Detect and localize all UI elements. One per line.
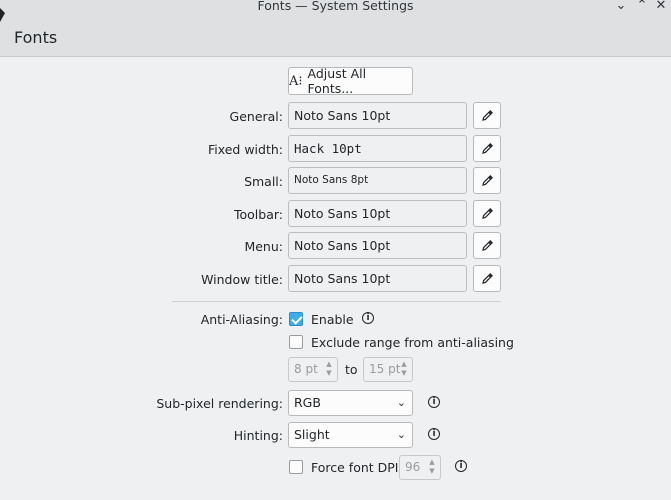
info-icon[interactable]: i — [362, 312, 374, 324]
anti-aliasing-enable-checkbox[interactable] — [289, 312, 303, 326]
adjust-all-fonts-button[interactable]: A⁝ Adjust All Fonts... — [288, 66, 413, 96]
section-divider — [172, 301, 501, 302]
page-title: Fonts — [14, 28, 58, 47]
pencil-icon — [482, 207, 493, 219]
small-font-label: Small: — [244, 174, 283, 189]
general-font-field: Noto Sans 10pt — [288, 102, 467, 129]
force-font-dpi-checkbox[interactable] — [289, 460, 303, 474]
pencil-icon — [482, 142, 493, 154]
hinting-value: Slight — [294, 427, 330, 442]
menu-font-label: Menu: — [244, 239, 283, 254]
hinting-select[interactable]: Slight ⌄ — [288, 422, 413, 448]
anti-aliasing-enable-label: Enable — [311, 312, 354, 327]
chevron-down-icon: ⌄ — [396, 428, 406, 441]
info-icon[interactable]: i — [428, 428, 440, 440]
force-font-dpi-spinbox[interactable]: 96 ▲ ▼ — [399, 455, 441, 480]
range-from-value: 8 pt — [294, 362, 318, 376]
pencil-icon — [482, 272, 493, 284]
hinting-label: Hinting: — [233, 428, 283, 443]
small-font-field: Noto Sans 8pt — [288, 167, 467, 194]
range-to-label: to — [345, 362, 358, 377]
edit-fixed-width-font-button[interactable] — [473, 135, 501, 162]
spin-arrows-icon[interactable]: ▲ ▼ — [323, 360, 335, 378]
font-adjust-icon: A⁝ — [289, 73, 303, 89]
info-icon[interactable]: i — [455, 460, 467, 472]
toolbar-font-field: Noto Sans 10pt — [288, 200, 467, 227]
edit-window-title-font-button[interactable] — [473, 265, 501, 292]
subpixel-rendering-value: RGB — [294, 395, 321, 410]
pencil-icon — [482, 239, 493, 251]
edit-toolbar-font-button[interactable] — [473, 200, 501, 227]
force-font-dpi-value: 96 — [405, 460, 421, 474]
edit-menu-font-button[interactable] — [473, 232, 501, 259]
exclude-range-label: Exclude range from anti-aliasing — [311, 335, 514, 350]
window-title: Fonts — System Settings — [257, 0, 414, 13]
exclude-range-checkbox[interactable] — [289, 335, 303, 349]
subpixel-rendering-label: Sub-pixel rendering: — [156, 396, 283, 411]
spin-arrows-icon[interactable]: ▲ ▼ — [398, 360, 410, 378]
subpixel-rendering-select[interactable]: RGB ⌄ — [288, 390, 413, 416]
anti-aliasing-label: Anti-Aliasing: — [200, 312, 283, 327]
close-icon[interactable]: ✕ — [654, 0, 668, 13]
menu-font-field: Noto Sans 10pt — [288, 232, 467, 259]
edit-small-font-button[interactable] — [473, 167, 501, 194]
pencil-icon — [482, 174, 493, 186]
info-icon[interactable]: i — [428, 396, 440, 408]
fixed-width-font-label: Fixed width: — [207, 142, 283, 157]
chevron-down-icon: ⌄ — [396, 396, 406, 409]
pencil-icon — [482, 109, 493, 121]
maximize-chevron-up-icon[interactable]: ⌃ — [635, 0, 649, 13]
adjust-all-fonts-label: Adjust All Fonts... — [307, 66, 367, 96]
minimize-chevron-down-icon[interactable]: ⌄ — [614, 0, 628, 13]
exclude-range-to-spinbox[interactable]: 15 pt ▲ ▼ — [363, 357, 413, 382]
general-font-label: General: — [229, 109, 283, 124]
window-title-font-label: Window title: — [201, 272, 283, 287]
toolbar-font-label: Toolbar: — [233, 207, 283, 222]
window-title-font-field: Noto Sans 10pt — [288, 265, 467, 292]
range-to-value: 15 pt — [369, 362, 401, 376]
spin-arrows-icon[interactable]: ▲ ▼ — [426, 458, 438, 476]
force-font-dpi-label: Force font DPI: — [311, 460, 403, 475]
edit-general-font-button[interactable] — [473, 102, 501, 129]
fixed-width-font-field: Hack 10pt — [288, 135, 467, 162]
exclude-range-from-spinbox[interactable]: 8 pt ▲ ▼ — [288, 357, 338, 382]
title-bar: Fonts — System Settings ⌄ ⌃ ✕ Fonts — [0, 0, 671, 57]
